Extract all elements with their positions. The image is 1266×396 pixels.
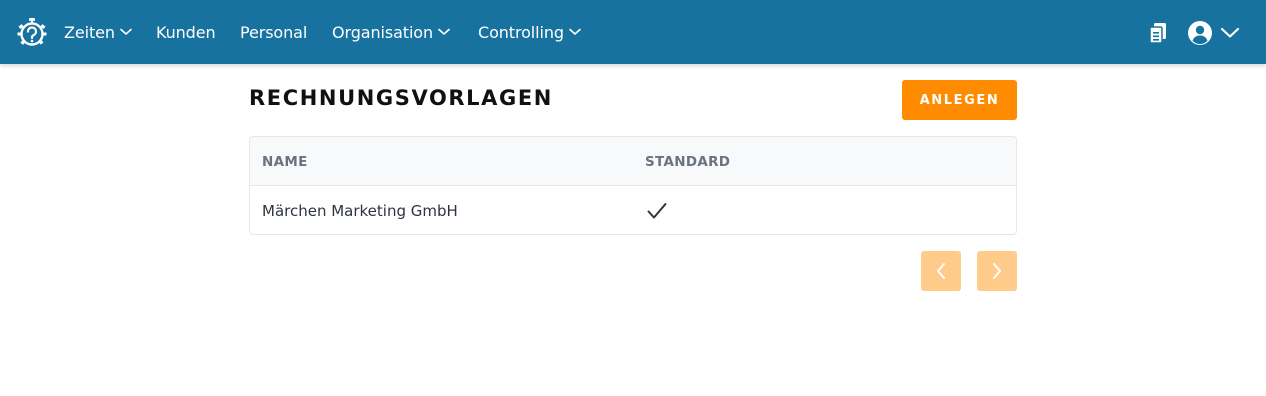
- main-nav: Zeiten Kunden Personal Organisation Cont…: [0, 0, 1266, 64]
- row-standard-cell: [647, 186, 667, 234]
- chevron-right-icon: [993, 263, 1001, 279]
- top-navigation-bar: Zeiten Kunden Personal Organisation Cont…: [0, 0, 1266, 64]
- chevron-down-icon: [569, 28, 581, 35]
- chevron-left-icon: [937, 263, 945, 279]
- nav-controlling-dropdown[interactable]: Controlling: [478, 0, 581, 64]
- checkmark-icon: [647, 202, 667, 218]
- next-page-button[interactable]: [977, 251, 1017, 291]
- table-row[interactable]: Märchen Marketing GmbH: [250, 186, 1016, 234]
- chevron-down-icon: [120, 28, 132, 35]
- nav-personal[interactable]: Personal: [240, 0, 307, 64]
- previous-page-button[interactable]: [921, 251, 961, 291]
- nav-organisation-label: Organisation: [332, 22, 434, 42]
- column-header-name[interactable]: NAME: [262, 137, 308, 186]
- nav-kunden-label: Kunden: [156, 22, 216, 42]
- user-avatar-icon: [1188, 21, 1212, 45]
- chevron-down-icon: [438, 28, 450, 35]
- nav-zeiten-label: Zeiten: [64, 22, 115, 42]
- row-name-cell: Märchen Marketing GmbH: [262, 201, 458, 220]
- column-header-standard[interactable]: STANDARD: [645, 137, 730, 186]
- nav-controlling-label: Controlling: [478, 22, 564, 42]
- clipboard-icon[interactable]: [1147, 21, 1169, 45]
- templates-table: NAME STANDARD Märchen Marketing GmbH: [249, 136, 1017, 235]
- nav-personal-label: Personal: [240, 22, 308, 42]
- user-menu-button[interactable]: [1187, 20, 1241, 46]
- page-title: RECHNUNGSVORLAGEN: [249, 86, 553, 110]
- nav-organisation-dropdown[interactable]: Organisation: [332, 0, 450, 64]
- nav-kunden[interactable]: Kunden: [156, 0, 216, 64]
- chevron-down-icon: [1220, 27, 1240, 38]
- nav-zeiten-dropdown[interactable]: Zeiten: [64, 0, 132, 64]
- table-header: NAME STANDARD: [250, 137, 1016, 186]
- create-button[interactable]: ANLEGEN: [902, 80, 1017, 120]
